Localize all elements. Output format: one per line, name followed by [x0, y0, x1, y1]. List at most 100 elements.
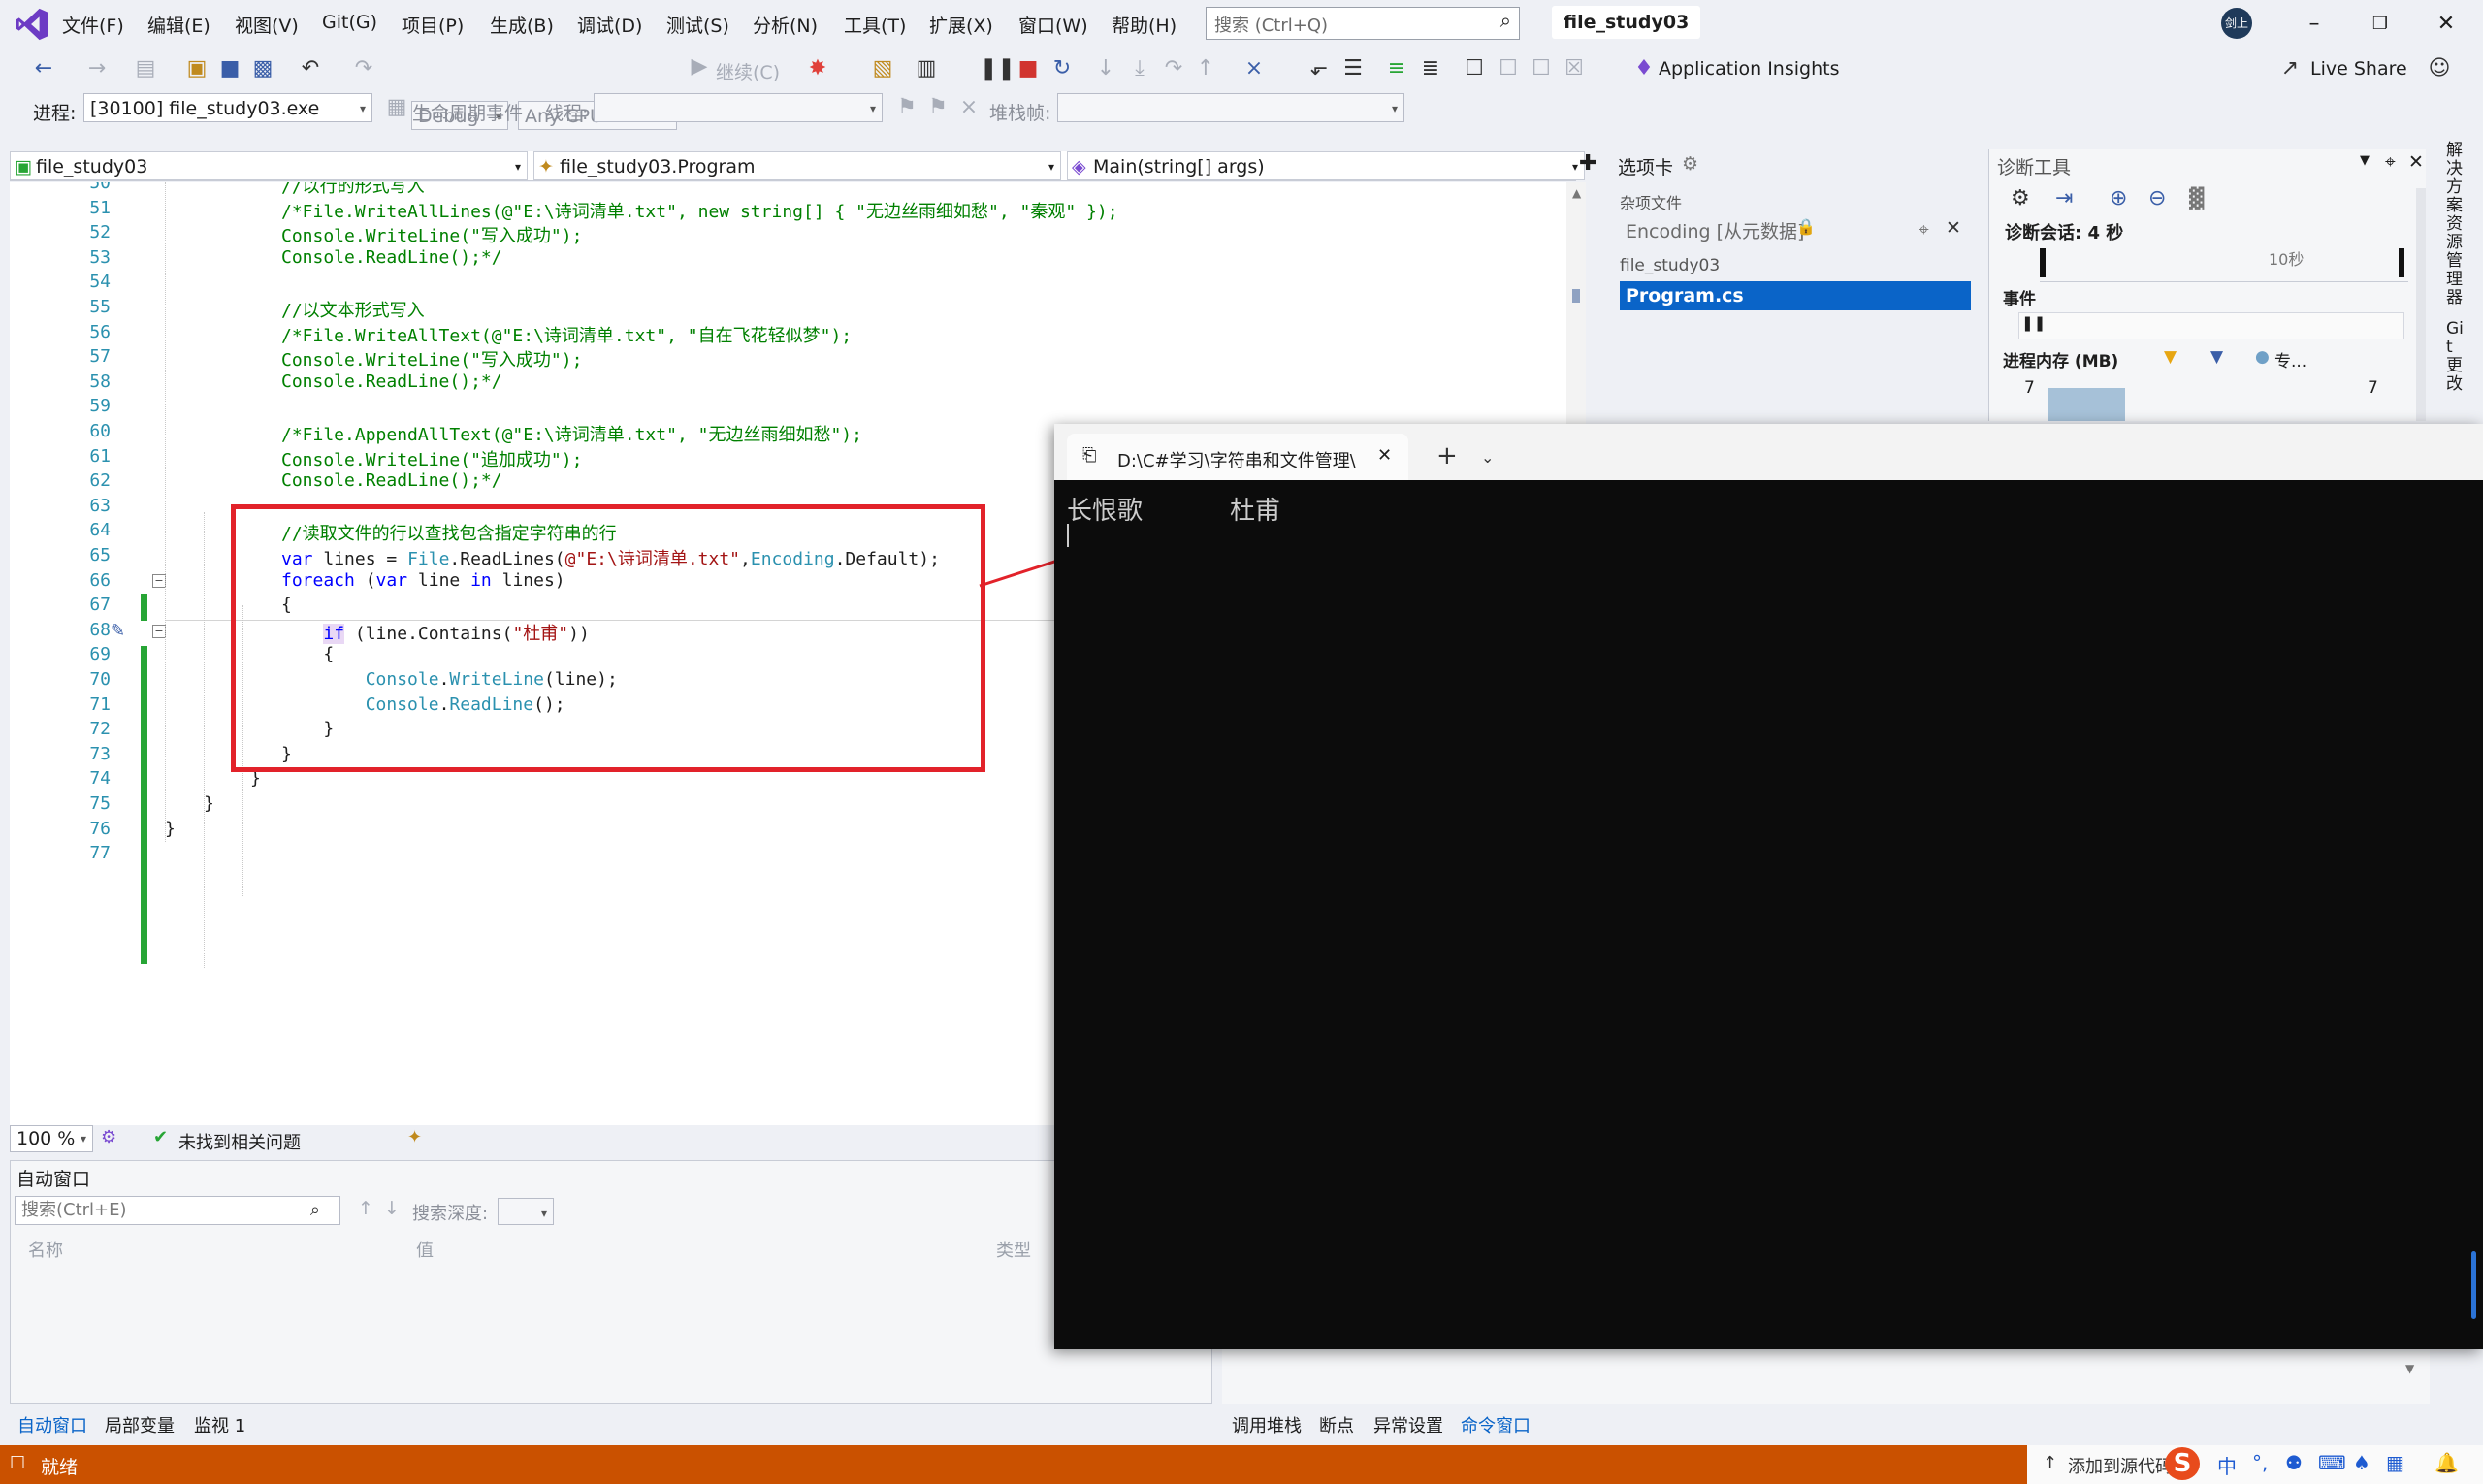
- fold-toggle-icon[interactable]: −: [152, 625, 166, 638]
- keyboard-icon[interactable]: ⌨: [2318, 1451, 2346, 1474]
- source-control-icon[interactable]: ↑: [2043, 1453, 2057, 1473]
- forward-icon[interactable]: →: [82, 56, 112, 81]
- toolbox-icon[interactable]: ▦: [2386, 1451, 2404, 1474]
- terminal-tab[interactable]: ⎗ D:\C#学习\字符串和文件管理\ ✕: [1067, 434, 1408, 480]
- gear-icon[interactable]: ⚙: [2011, 186, 2030, 210]
- diagnostics-icon[interactable]: ⨯: [1240, 56, 1269, 81]
- zoom-select[interactable]: 100 % ▾: [10, 1125, 93, 1152]
- col-name[interactable]: 名称: [28, 1237, 63, 1262]
- search-down-icon[interactable]: ↓: [384, 1198, 400, 1219]
- save-icon[interactable]: ■: [215, 56, 244, 81]
- continue-label[interactable]: 继续(C): [716, 58, 780, 84]
- microphone-icon[interactable]: ⚉: [2285, 1451, 2303, 1474]
- memory-section[interactable]: 进程内存 (MB): [2003, 347, 2118, 371]
- search-box[interactable]: 搜索 (Ctrl+Q) ⌕: [1206, 7, 1520, 40]
- code-line[interactable]: Console.WriteLine("写入成功");: [281, 222, 582, 247]
- thread-icon[interactable]: ☰: [1338, 56, 1368, 81]
- thread-select[interactable]: ▾: [594, 93, 883, 122]
- undo-icon[interactable]: ↶: [296, 56, 325, 81]
- menu-item-7[interactable]: 测试(S): [666, 12, 729, 38]
- pause-icon[interactable]: ❚❚: [980, 56, 1016, 81]
- search-up-icon[interactable]: ↑: [358, 1198, 373, 1219]
- export-icon[interactable]: ⇥: [2055, 186, 2073, 210]
- chevron-down-icon[interactable]: ▼: [2360, 153, 2370, 168]
- add-source-control-label[interactable]: 添加到源代码: [2068, 1453, 2173, 1478]
- tab-exception-settings[interactable]: 异常设置: [1373, 1412, 1443, 1437]
- tab-command-window[interactable]: 命令窗口: [1461, 1412, 1531, 1437]
- back-icon[interactable]: ←: [29, 56, 58, 81]
- close-tab-icon[interactable]: ✕: [1377, 445, 1392, 466]
- chevron-down-icon[interactable]: ⌄: [1481, 448, 1494, 467]
- code-line[interactable]: Console.WriteLine("追加成功");: [281, 446, 582, 471]
- code-line[interactable]: Console.WriteLine("写入成功");: [281, 346, 582, 371]
- chevron-down-icon[interactable]: ▼: [2405, 1362, 2414, 1375]
- console-scrollbar[interactable]: [2471, 1251, 2476, 1319]
- encoding-tab-item[interactable]: Encoding [从元数据]: [1626, 217, 1804, 243]
- col-value[interactable]: 值: [416, 1237, 434, 1262]
- zoom-in-icon[interactable]: ⊕: [2110, 186, 2127, 210]
- browser-link-icon[interactable]: ▧: [868, 56, 897, 81]
- step-over-icon[interactable]: ↷: [1159, 56, 1188, 81]
- skin-icon[interactable]: ♠: [2353, 1451, 2370, 1474]
- continue-icon[interactable]: ▶: [685, 54, 714, 79]
- menu-item-10[interactable]: 扩展(X): [929, 12, 993, 38]
- code-line[interactable]: //以文本形式写入: [281, 297, 425, 322]
- menu-item-0[interactable]: 文件(F): [62, 12, 124, 38]
- terminal-window[interactable]: [1054, 424, 2483, 1349]
- process-select[interactable]: [30100] file_study03.exe ▾: [83, 93, 372, 122]
- menu-item-9[interactable]: 工具(T): [844, 12, 906, 38]
- bookmark-clear-icon[interactable]: ☒: [1560, 56, 1589, 81]
- open-folder-icon[interactable]: ▣: [182, 56, 211, 81]
- class-nav-select[interactable]: ✦ file_study03.Program ▾: [533, 151, 1061, 180]
- tab-autos[interactable]: 自动窗口: [17, 1412, 87, 1437]
- git-changes-tab[interactable]: Git 更改: [2446, 320, 2469, 394]
- menu-item-12[interactable]: 帮助(H): [1112, 12, 1177, 38]
- avatar[interactable]: 剑上: [2221, 8, 2252, 39]
- new-project-icon[interactable]: ▤: [131, 56, 160, 81]
- show-next-statement-icon[interactable]: ↓: [1091, 56, 1120, 81]
- menu-item-8[interactable]: 分析(N): [753, 12, 818, 38]
- search-depth-select[interactable]: ▾: [498, 1198, 554, 1225]
- menu-item-2[interactable]: 视图(V): [235, 12, 299, 38]
- tab-call-stack[interactable]: 调用堆栈: [1232, 1412, 1302, 1437]
- member-nav-select[interactable]: ◈ Main(string[] args) ▾: [1067, 151, 1585, 180]
- menu-item-6[interactable]: 调试(D): [577, 12, 642, 38]
- stackframe-select[interactable]: ▾: [1057, 93, 1404, 122]
- zoom-out-icon[interactable]: ⊖: [2148, 186, 2166, 210]
- pin-icon[interactable]: ⌖: [1919, 219, 1929, 241]
- program-cs-tab-item[interactable]: Program.cs: [1620, 281, 1971, 310]
- split-editor-icon[interactable]: ✚: [1579, 151, 1596, 176]
- code-line[interactable]: Console.ReadLine();*/: [281, 470, 502, 491]
- app-insights-label[interactable]: Application Insights: [1659, 58, 1839, 80]
- events-section[interactable]: 事件: [2003, 285, 2036, 309]
- save-all-icon[interactable]: ▩: [248, 56, 277, 81]
- flag-all-icon[interactable]: ⚑: [923, 95, 952, 119]
- code-line[interactable]: /*File.WriteAllLines(@"E:\诗词清单.txt", new…: [281, 198, 1118, 223]
- diag-scrollbar[interactable]: [2416, 188, 2426, 421]
- timeline-ruler[interactable]: 10秒: [2040, 246, 2408, 282]
- cleanup-icon[interactable]: ✦: [407, 1127, 422, 1147]
- code-line[interactable]: Console.ReadLine();*/: [281, 371, 502, 392]
- ime-mode[interactable]: 中: [2217, 1451, 2237, 1479]
- fold-toggle-icon[interactable]: −: [152, 574, 166, 588]
- bookmark-prev-icon[interactable]: ☐: [1494, 56, 1523, 81]
- menu-item-4[interactable]: 项目(P): [402, 12, 464, 38]
- code-line[interactable]: /*File.WriteAllText(@"E:\诗词清单.txt", "自在飞…: [281, 322, 852, 347]
- command-window-panel[interactable]: ▼: [1222, 1348, 2430, 1404]
- bookmark-icon[interactable]: ☐: [1460, 56, 1489, 81]
- col-type[interactable]: 类型: [996, 1237, 1031, 1262]
- new-tab-icon[interactable]: +: [1436, 441, 1458, 470]
- menu-item-11[interactable]: 窗口(W): [1018, 12, 1088, 38]
- tab-locals[interactable]: 局部变量: [105, 1412, 175, 1437]
- breakpoint-window-icon[interactable]: ⬐: [1305, 56, 1334, 81]
- tab-watch-1[interactable]: 监视 1: [194, 1412, 245, 1437]
- outline-icon[interactable]: ≣: [1416, 56, 1445, 81]
- chart-icon[interactable]: ▓: [2189, 186, 2204, 210]
- menu-item-1[interactable]: 编辑(E): [147, 12, 210, 38]
- live-share-icon[interactable]: ↗: [2275, 56, 2305, 81]
- gear-icon[interactable]: ⚙: [1682, 153, 1698, 175]
- intellicode-icon[interactable]: ⚙: [101, 1127, 116, 1147]
- restore-button[interactable]: ❐: [2361, 8, 2400, 41]
- code-line[interactable]: }: [204, 793, 214, 814]
- format-icon[interactable]: ≡: [1382, 56, 1411, 81]
